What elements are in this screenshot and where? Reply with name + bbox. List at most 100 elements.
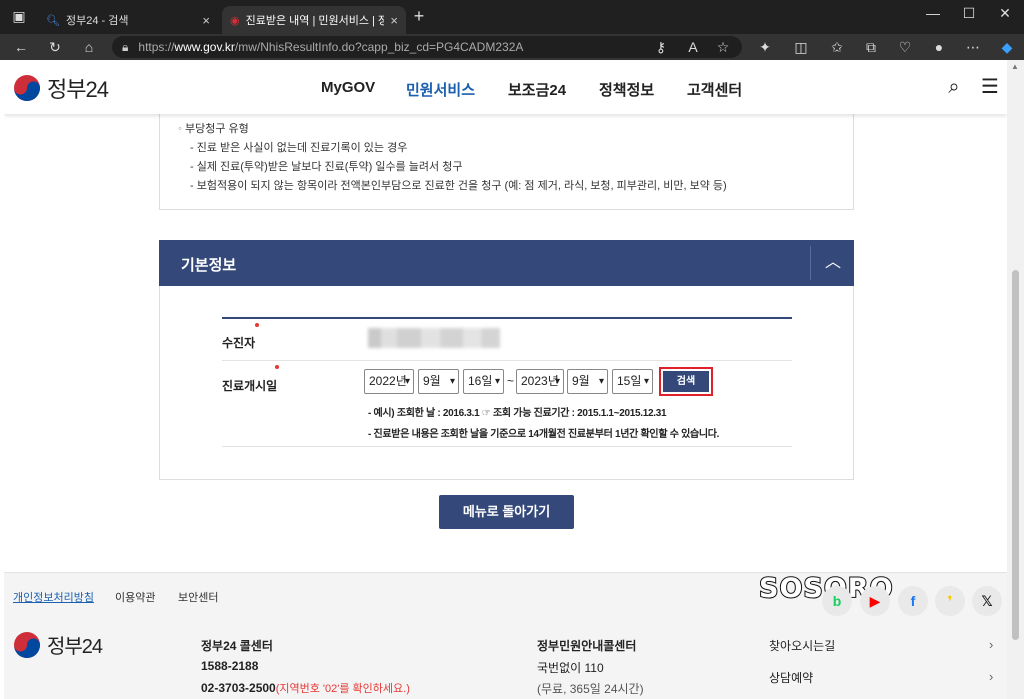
nav-subsidy[interactable]: 보조금24 [508,79,566,100]
chevron-right-icon: › [989,637,994,652]
from-day-select[interactable]: 16일 ▾ [463,369,504,394]
civil-center-note: (무료, 365일 24시간) [537,682,644,696]
site-logo[interactable]: 정부24 [13,72,109,104]
key-icon[interactable]: ⚷ [650,37,672,57]
maximize-icon[interactable]: ☐ [954,4,984,24]
url-host: www.gov.kr [174,40,235,54]
patient-row: 수진자 [222,319,792,361]
reservation-link[interactable]: 상담예약 [769,669,813,686]
blog-icon[interactable]: b [822,586,852,616]
to-year-select[interactable]: 2023년 ▾ [516,369,564,394]
tab-title: 진료받은 내역 | 민원서비스 | 정부 [245,15,385,27]
collections-icon[interactable]: ⧉ [860,37,882,57]
privacy-policy-link[interactable]: 개인정보처리방침 [13,589,94,605]
tab-title: 정부24 - 검색 [65,15,129,27]
claim-item: - 보험적용이 되지 않는 항목이라 전액본인부담으로 진료한 건을 청구 (예… [190,180,727,192]
date-row: 진료개시일 2022년 ▾ 9월 ▾ 16일 ▾ ~ 2023년 ▾ 9월 ▾ 15일 ▾ … [222,361,792,409]
patient-label: 수진자 [222,336,256,350]
security-center-link[interactable]: 보안센터 [178,589,218,605]
more-menu-icon[interactable]: ⋯ [962,37,984,57]
lock-icon: 🔒︎ [122,39,129,54]
footer-logo: 정부24 [13,630,103,659]
basic-info-header[interactable]: 기본정보 ︿ [159,240,854,286]
nav-civil-service[interactable]: 민원서비스 [406,79,475,100]
profile-avatar-icon[interactable]: ● [928,37,950,57]
extensions-icon[interactable]: ✦ [754,37,776,57]
claim-types-heading: ◦ 부당청구 유형 [178,123,249,135]
nav-mygov[interactable]: MyGOV [321,79,375,96]
chevron-up-icon[interactable]: ︿ [821,251,845,275]
facebook-icon[interactable]: f [898,586,928,616]
basic-info-title: 기본정보 [181,257,237,274]
nav-customer-center[interactable]: 고객센터 [687,79,742,100]
back-icon[interactable]: ← [10,37,32,57]
required-dot [275,365,279,369]
split-screen-icon[interactable]: ◫ [790,37,812,57]
site-header: 정부24 MyGOV 민원서비스 보조금24 정책정보 고객센터 ⌕ ☰ [4,60,1007,114]
new-tab-button[interactable]: + [408,6,430,26]
terms-link[interactable]: 이용약관 [115,589,155,605]
callcenter-phone: 1588-2188 [201,659,259,673]
required-dot [255,323,259,327]
tab-actions-icon[interactable]: ▣ [8,6,30,26]
tab-search[interactable]: 🔍︎ 정부24 - 검색 × [38,6,218,34]
hamburger-menu-icon[interactable]: ☰ [979,76,1001,98]
divider [810,246,811,280]
back-to-menu-button[interactable]: 메뉴로 돌아가기 [439,495,574,529]
date-label: 진료개시일 [222,379,278,393]
divider [222,446,792,447]
performance-icon[interactable]: ♡ [894,37,916,57]
search-icon[interactable]: ⌕ [943,76,965,98]
close-icon[interactable]: × [390,13,398,28]
scroll-up-icon[interactable]: ▲ [1011,62,1019,71]
page-scrollbar[interactable]: ▲ [1007,60,1024,699]
minimize-icon[interactable]: — [918,4,948,24]
address-bar[interactable]: 🔒︎ https://www.gov.kr/mw/NhisResultInfo.… [112,36,742,58]
read-aloud-icon[interactable]: A [682,37,704,57]
browser-titlebar: ▣ 🔍︎ 정부24 - 검색 × ◉ 진료받은 내역 | 민원서비스 | 정부 … [0,0,1024,34]
close-icon[interactable]: × [202,13,210,28]
to-month-select[interactable]: 9월 ▾ [567,369,608,394]
info-form: 수진자 진료개시일 2022년 ▾ 9월 ▾ 16일 ▾ ~ 2023년 ▾ 9월 ▾ 1… [222,317,792,409]
refresh-icon[interactable]: ↻ [44,37,66,57]
url-path: /mw/NhisResultInfo.do?capp_biz_cd=PG4CAD… [234,40,524,54]
taegeuk-icon [14,631,40,658]
example-note: - 예시) 조회한 날 : 2016.3.1 ☞ 조회 가능 진료기간 : 20… [368,408,667,419]
youtube-icon[interactable]: ▶ [860,586,890,616]
claim-item: - 실제 진료(투약)받은 날보다 진료(투약) 일수를 늘려서 청구 [190,161,463,173]
civil-center-title: 정부민원안내콜센터 [537,639,637,653]
tab-current[interactable]: ◉ 진료받은 내역 | 민원서비스 | 정부 × [222,6,406,34]
nav-policy-info[interactable]: 정책정보 [599,79,654,100]
civil-center-phone: 국번없이 110 [537,661,604,675]
logo-text: 정부24 [47,77,109,102]
patient-name-blurred [368,328,500,348]
from-year-select[interactable]: 2022년 ▾ [364,369,414,394]
copilot-icon[interactable]: ◆ [996,37,1018,57]
claim-types-box: ◦ 부당청구 유형 - 진료 받은 사실이 없는데 진료기록이 있는 경우 - … [159,100,854,210]
taegeuk-icon [14,75,40,101]
basic-info-panel: 수진자 진료개시일 2022년 ▾ 9월 ▾ 16일 ▾ ~ 2023년 ▾ 9월 ▾ 1… [159,286,854,480]
search-icon: 🔍︎ [46,14,60,27]
chevron-right-icon: › [989,669,994,684]
gov-favicon-icon: ◉ [230,14,240,27]
range-tilde: ~ [507,374,515,388]
scrollbar-thumb[interactable] [1012,270,1019,640]
to-day-select[interactable]: 15일 ▾ [612,369,653,394]
claim-item: - 진료 받은 사실이 없는데 진료기록이 있는 경우 [190,142,408,154]
window-close-icon[interactable]: ✕ [990,4,1020,24]
url-prefix: https:// [138,40,175,54]
browser-toolbar: ← ↻ ⌂ 🔒︎ https://www.gov.kr/mw/NhisResul… [0,34,1024,60]
logo-text: 정부24 [47,636,103,658]
page-viewport: 정부24 MyGOV 민원서비스 보조금24 정책정보 고객센터 ⌕ ☰ ◦ 부… [4,60,1007,699]
callcenter-title: 정부24 콜센터 [201,639,273,653]
favorites-icon[interactable]: ✩ [826,37,848,57]
from-month-select[interactable]: 9월 ▾ [418,369,459,394]
favorite-star-icon[interactable]: ☆ [712,37,734,57]
x-twitter-icon[interactable]: 𝕏 [972,586,1002,616]
period-note: - 진료받은 내용은 조회한 날을 기준으로 14개월전 진료분부터 1년간 확… [368,429,720,440]
search-button[interactable]: 검색 [659,367,713,396]
kakao-icon[interactable]: ❜ [935,586,965,616]
home-icon[interactable]: ⌂ [78,37,100,57]
callcenter-phone2-line: 02-3703-2500(지역번호 '02'를 확인하세요.) [201,681,410,695]
directions-link[interactable]: 찾아오시는길 [769,637,835,654]
